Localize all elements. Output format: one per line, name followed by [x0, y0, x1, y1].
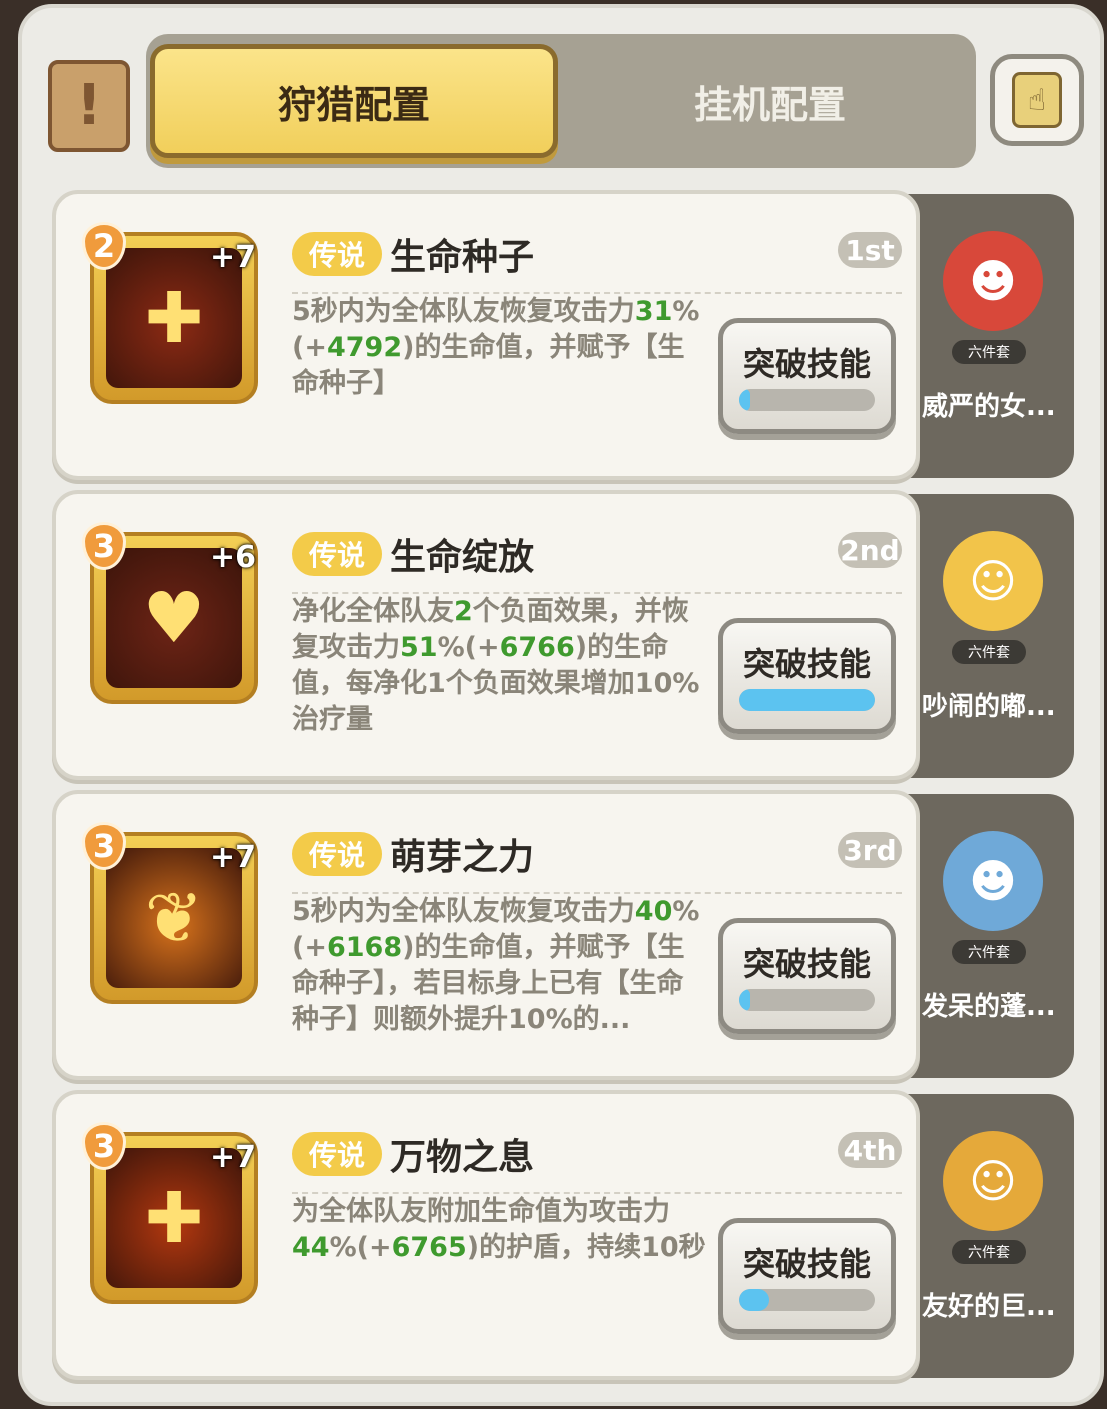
rarity-tag: 传说 [292, 832, 382, 876]
description-text: )的护盾，持续10秒 [466, 1232, 706, 1263]
skill-config-panel: ! 狩猎配置 挂机配置 ☝ ☻ 六件套 威严的女... ✚ 2 +7 传说 生命… [18, 4, 1104, 1406]
progress-fill [739, 989, 750, 1011]
breakthrough-label: 突破技能 [742, 345, 871, 383]
skill-row: ☻ 六件套 发呆的蓬... ❦ 3 +7 传说 萌芽之力 3rd 5秒内为全体队… [22, 784, 1100, 1080]
six-set-badge: 六件套 [952, 640, 1026, 664]
config-tab-bar: 狩猎配置 挂机配置 [146, 34, 976, 168]
highlight-value: 6168 [326, 932, 403, 963]
tab-idle-config[interactable]: 挂机配置 [566, 44, 974, 158]
skill-row: ☺ 六件套 友好的巨... ✚ 3 +7 传说 万物之息 4th 为全体队友附加… [22, 1084, 1100, 1380]
pet-avatar-icon: ☻ [943, 831, 1043, 931]
pet-name: 发呆的蓬... [922, 992, 1056, 1022]
pet-figure[interactable]: ☻ [938, 216, 1048, 346]
pet-avatar-icon: ☻ [943, 231, 1043, 331]
breakthrough-progress-bar [739, 689, 875, 711]
six-set-badge: 六件套 [952, 940, 1026, 964]
breakthrough-label: 突破技能 [742, 1245, 871, 1283]
breakthrough-progress-bar [739, 989, 875, 1011]
description-text: 5秒内为全体队友恢复攻击力 [292, 896, 635, 927]
guide-button[interactable]: ☝ [990, 54, 1084, 146]
highlight-value: 51 [400, 632, 438, 663]
six-set-badge: 六件套 [952, 340, 1026, 364]
pet-panel[interactable]: ☻ 六件套 发呆的蓬... [898, 794, 1074, 1078]
description-text: 为全体队友附加生命值为攻击力 [292, 1196, 670, 1227]
pet-name: 吵闹的嘟... [922, 692, 1056, 722]
enhance-level-badge: +6 [210, 540, 257, 575]
highlight-value: 4792 [326, 332, 403, 363]
pet-figure[interactable]: ☻ [938, 816, 1048, 946]
skill-description: 净化全体队友2个负面效果，并恢复攻击力51%(+6766)的生命值，每净化1个负… [292, 594, 708, 738]
skill-card[interactable]: ♥ 3 +6 传说 生命绽放 2nd 净化全体队友2个负面效果，并恢复攻击力51… [52, 490, 920, 780]
rarity-tag: 传说 [292, 232, 382, 276]
skill-row: ☺ 六件套 吵闹的嘟... ♥ 3 +6 传说 生命绽放 2nd 净化全体队友2… [22, 484, 1100, 780]
skill-card[interactable]: ✚ 2 +7 传说 生命种子 1st 5秒内为全体队友恢复攻击力31%(+479… [52, 190, 920, 480]
breakthrough-button[interactable]: 突破技能 [718, 1218, 896, 1334]
progress-fill [739, 1289, 769, 1311]
scroll-notice-icon[interactable]: ! [48, 60, 130, 152]
enhance-level-badge: +7 [210, 1140, 257, 1175]
description-text: 净化全体队友 [292, 596, 454, 627]
skill-description: 5秒内为全体队友恢复攻击力40%(+6168)的生命值，并赋予【生命种子】，若目… [292, 894, 708, 1038]
rarity-tag: 传说 [292, 1132, 382, 1176]
pet-avatar-icon: ☺ [943, 1131, 1043, 1231]
slot-rank-badge: 4th [838, 1132, 902, 1168]
tap-hand-icon: ☝ [1012, 72, 1062, 128]
skill-card[interactable]: ✚ 3 +7 传说 万物之息 4th 为全体队友附加生命值为攻击力44%(+67… [52, 1090, 920, 1380]
slot-rank-badge: 3rd [838, 832, 902, 868]
pet-panel[interactable]: ☻ 六件套 威严的女... [898, 194, 1074, 478]
description-text: 5秒内为全体队友恢复攻击力 [292, 296, 635, 327]
skill-row: ☻ 六件套 威严的女... ✚ 2 +7 传说 生命种子 1st 5秒内为全体队… [22, 184, 1100, 480]
breakthrough-progress-bar [739, 1289, 875, 1311]
skill-name: 生命种子 [390, 237, 535, 278]
pet-name: 友好的巨... [922, 1292, 1056, 1322]
rarity-tag: 传说 [292, 532, 382, 576]
breakthrough-button[interactable]: 突破技能 [718, 618, 896, 734]
enhance-level-badge: +7 [210, 240, 257, 275]
progress-fill [739, 389, 750, 411]
enhance-level-badge: +7 [210, 840, 257, 875]
progress-fill [739, 689, 875, 711]
skill-name: 万物之息 [390, 1137, 535, 1178]
skill-description: 为全体队友附加生命值为攻击力 44%(+6765)的护盾，持续10秒 [292, 1194, 708, 1266]
slot-rank-badge: 2nd [838, 532, 902, 568]
pet-figure[interactable]: ☺ [938, 1116, 1048, 1246]
highlight-value: 6766 [499, 632, 575, 663]
pet-figure[interactable]: ☺ [938, 516, 1048, 646]
pet-panel[interactable]: ☺ 六件套 吵闹的嘟... [898, 494, 1074, 778]
pet-name: 威严的女... [922, 392, 1056, 422]
slot-rank-badge: 1st [838, 232, 902, 268]
skill-name: 萌芽之力 [390, 837, 535, 878]
breakthrough-label: 突破技能 [742, 645, 871, 683]
skill-description: 5秒内为全体队友恢复攻击力31%(+4792)的生命值，并赋予【生命种子】 [292, 294, 708, 402]
skill-name: 生命绽放 [390, 537, 535, 578]
description-text: %(+ [437, 632, 500, 663]
highlight-value: 2 [454, 596, 473, 627]
pet-avatar-icon: ☺ [943, 531, 1043, 631]
exclamation-icon: ! [76, 73, 102, 138]
pet-panel[interactable]: ☺ 六件套 友好的巨... [898, 1094, 1074, 1378]
breakthrough-button[interactable]: 突破技能 [718, 918, 896, 1034]
highlight-value: 31 [634, 296, 673, 327]
breakthrough-button[interactable]: 突破技能 [718, 318, 896, 434]
breakthrough-progress-bar [739, 389, 875, 411]
highlight-value: 44 [292, 1232, 330, 1263]
highlight-value: 40 [634, 896, 673, 927]
highlight-value: 6765 [391, 1232, 467, 1263]
skill-card[interactable]: ❦ 3 +7 传说 萌芽之力 3rd 5秒内为全体队友恢复攻击力40%(+616… [52, 790, 920, 1080]
description-text: %(+ [329, 1232, 392, 1263]
tab-hunting-config[interactable]: 狩猎配置 [150, 44, 558, 158]
breakthrough-label: 突破技能 [742, 945, 871, 983]
six-set-badge: 六件套 [952, 1240, 1026, 1264]
